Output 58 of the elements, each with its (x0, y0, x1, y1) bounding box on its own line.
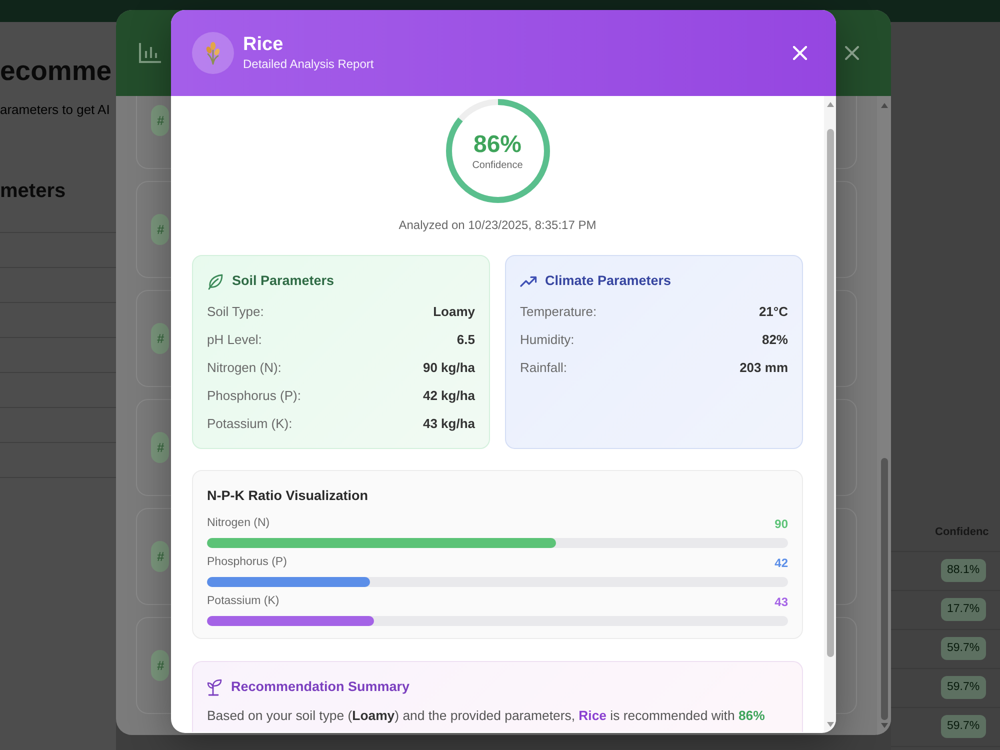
scroll-up-icon[interactable] (826, 102, 834, 107)
parameter-value: Loamy (433, 303, 475, 322)
scroll-down-icon[interactable] (826, 722, 834, 727)
parameter-label: Potassium (K): (207, 415, 292, 434)
close-icon (793, 46, 807, 60)
npk-label: Nitrogen (N) (207, 516, 270, 532)
parameter-label: Nitrogen (N): (207, 359, 282, 378)
npk-label: Phosphorus (P) (207, 555, 287, 570)
scroll-up-icon[interactable] (880, 103, 888, 108)
npk-value: 42 (774, 555, 788, 572)
rank-badge: # (151, 214, 170, 246)
parameter-value: 6.5 (456, 331, 475, 350)
summary-text: Based on your soil type (Loamy) and the provided parameters, Rice is recommended with 86% (207, 707, 766, 725)
parameter-value: 82% (762, 331, 788, 350)
parameter-value: 43 kg/ha (422, 415, 475, 434)
parameter-label: Rainfall: (520, 359, 567, 378)
rank-badge: # (151, 540, 170, 572)
page-subtitle: arameters to get AI (0, 101, 110, 119)
confidence-badge: 17.7% (941, 598, 986, 622)
modal-title: Rice (243, 34, 284, 56)
card-title: Recommendation Summary (231, 678, 410, 696)
parameter-value: 42 kg/ha (422, 387, 475, 406)
parameter-label: Temperature: (520, 303, 597, 322)
scroll-down-icon[interactable] (880, 723, 888, 728)
rank-badge: # (151, 104, 170, 136)
trend-up-icon (520, 276, 537, 286)
close-icon (845, 46, 859, 60)
parameter-label: Phosphorus (P): (207, 387, 301, 406)
card-title: Soil Parameters (232, 272, 334, 290)
parameter-label: Humidity: (520, 331, 574, 350)
confidence-badge: 59.7% (941, 676, 986, 700)
sprout-icon (207, 678, 223, 696)
bar-chart-icon (138, 42, 162, 64)
parameter-value: 90 kg/ha (422, 359, 475, 378)
npk-value: 43 (774, 594, 788, 611)
rank-badge: # (151, 322, 170, 354)
section-title: meters (0, 178, 66, 204)
npk-value: 90 (774, 516, 788, 533)
scrollbar-thumb[interactable] (880, 458, 888, 720)
parameter-label: Soil Type: (207, 303, 264, 322)
parameter-value: 203 mm (740, 359, 788, 378)
confidence-badge: 59.7% (941, 636, 986, 660)
modal-subtitle: Detailed Analysis Report (243, 56, 374, 72)
parameter-label: pH Level: (207, 331, 262, 350)
page-heading: ecomme (0, 54, 112, 88)
npk-label: Potassium (K) (207, 594, 280, 610)
confidence-value: 86% (472, 130, 523, 158)
parameter-value: 21°C (758, 303, 788, 322)
rank-badge: # (151, 432, 170, 464)
confidence-badge: 59.7% (941, 714, 986, 738)
confidence-label: Confidence (472, 158, 523, 172)
scrollbar-thumb[interactable] (826, 129, 834, 657)
analyzed-timestamp: Analyzed on 10/23/2025, 8:35:17 PM (398, 217, 598, 233)
card-title: N-P-K Ratio Visualization (207, 487, 370, 505)
card-title: Climate Parameters (545, 272, 672, 290)
rank-badge: # (151, 650, 170, 682)
leaf-icon (207, 272, 224, 290)
confidence-badge: 88.1% (941, 558, 986, 582)
